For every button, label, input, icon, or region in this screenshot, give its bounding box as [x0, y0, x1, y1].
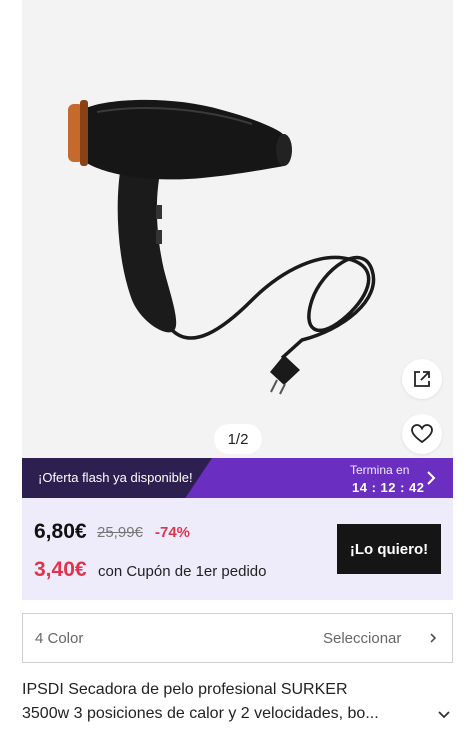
heart-icon	[411, 424, 433, 444]
coupon-text: con Cupón de 1er pedido	[98, 563, 267, 580]
flash-sale-banner[interactable]: ¡Oferta flash ya disponible! Termina en …	[22, 458, 453, 498]
chevron-right-icon	[427, 471, 436, 485]
product-title-line-1: IPSDI Secadora de pelo profesional SURKE…	[22, 681, 348, 698]
product-title[interactable]: IPSDI Secadora de pelo profesional SURKE…	[22, 678, 432, 726]
variant-label: 4 Color	[35, 630, 84, 647]
discount-badge: -74%	[155, 524, 191, 541]
price-section: 6,80€ 25,99€ -74% 3,40€ con Cupón de 1er…	[22, 498, 453, 600]
timer-label: Termina en	[350, 463, 410, 477]
coupon-price: 3,40€	[34, 558, 87, 581]
buy-now-button[interactable]: ¡Lo quiero!	[337, 524, 441, 574]
image-pager: 1/2	[214, 424, 262, 454]
external-share-icon	[414, 371, 430, 387]
favorite-button[interactable]	[402, 414, 442, 454]
product-gallery[interactable]: 1/2	[22, 0, 453, 458]
flash-label: ¡Oferta flash ya disponible!	[38, 470, 193, 485]
share-button[interactable]	[402, 359, 442, 399]
variant-select-label: Seleccionar	[323, 630, 402, 647]
countdown-timer: 14 : 12 : 42	[352, 480, 425, 495]
chevron-down-icon[interactable]	[436, 706, 452, 722]
product-title-line-2: 3500w 3 posiciones de calor y 2 velocida…	[22, 705, 379, 722]
original-price: 25,99€	[97, 524, 143, 541]
product-image	[68, 99, 376, 395]
current-price: 6,80€	[34, 520, 87, 543]
chevron-right-icon	[430, 633, 437, 643]
variant-selector[interactable]: 4 Color Seleccionar	[22, 613, 453, 663]
